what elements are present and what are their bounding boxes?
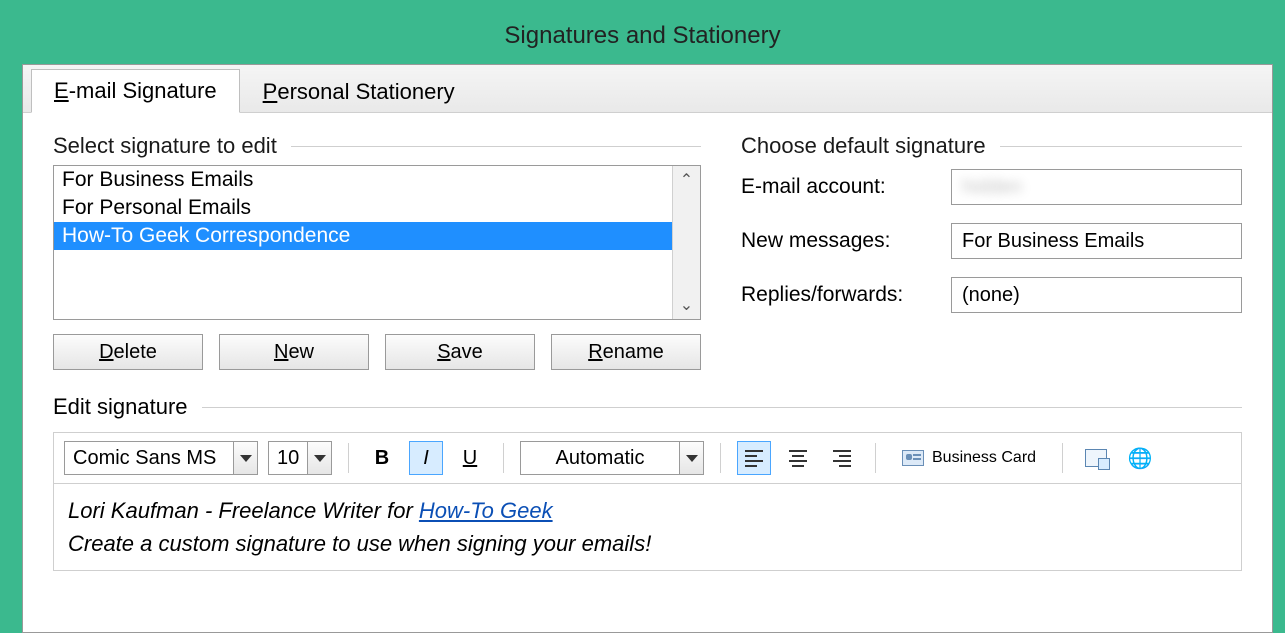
font-size-combo[interactable]: 10 [268,441,308,475]
insert-hyperlink-button[interactable]: 🌐 [1123,441,1157,475]
tab-email-signature[interactable]: E-mail Signature [31,69,240,113]
signature-text: Lori Kaufman - Freelance Writer for [68,498,419,523]
business-card-button[interactable]: Business Card [892,441,1046,475]
listbox-scrollbar[interactable]: ⌃ ⌄ [672,166,700,319]
align-right-button[interactable] [825,441,859,475]
align-center-button[interactable] [781,441,815,475]
email-account-combo[interactable]: hidden [951,169,1242,205]
signature-hyperlink[interactable]: How-To Geek [419,498,553,523]
font-name-combo[interactable]: Comic Sans MS [64,441,234,475]
delete-button[interactable]: Delete [53,334,203,370]
signature-editor[interactable]: Lori Kaufman - Freelance Writer for How-… [53,484,1242,571]
new-messages-label: New messages: [741,229,931,253]
signature-item[interactable]: For Business Emails [54,166,672,194]
signature-item[interactable]: How-To Geek Correspondence [54,222,672,250]
align-left-button[interactable] [737,441,771,475]
font-size-dropdown-icon[interactable] [308,441,332,475]
scroll-up-icon[interactable]: ⌃ [680,166,693,194]
picture-icon [1085,449,1107,467]
replies-forwards-label: Replies/forwards: [741,283,931,307]
save-button[interactable]: Save [385,334,535,370]
new-button[interactable]: New [219,334,369,370]
font-color-dropdown-icon[interactable] [680,441,704,475]
new-messages-combo[interactable]: For Business Emails [951,223,1242,259]
signature-text: Create a custom signature to use when si… [68,527,1227,560]
italic-button[interactable]: I [409,441,443,475]
edit-signature-label: Edit signature [23,380,1272,428]
business-card-icon [902,450,924,466]
underline-button[interactable]: U [453,441,487,475]
window-title: Signatures and Stationery [12,12,1273,64]
signature-listbox[interactable]: For Business Emails For Personal Emails … [53,165,701,320]
default-signature-label: Choose default signature [741,133,1242,159]
font-name-dropdown-icon[interactable] [234,441,258,475]
select-signature-label: Select signature to edit [53,133,701,159]
signature-item[interactable]: For Personal Emails [54,194,672,222]
scroll-down-icon[interactable]: ⌄ [680,291,693,319]
email-account-label: E-mail account: [741,175,931,199]
signature-toolbar: Comic Sans MS 10 B I U Automatic [53,432,1242,484]
insert-picture-button[interactable] [1079,441,1113,475]
replies-forwards-combo[interactable]: (none) [951,277,1242,313]
bold-button[interactable]: B [365,441,399,475]
rename-button[interactable]: Rename [551,334,701,370]
font-color-combo[interactable]: Automatic [520,441,680,475]
link-icon: 🌐 [1128,446,1153,471]
tabs-row: E-mail Signature Personal Stationery [23,65,1272,113]
tab-personal-stationery[interactable]: Personal Stationery [240,70,478,113]
